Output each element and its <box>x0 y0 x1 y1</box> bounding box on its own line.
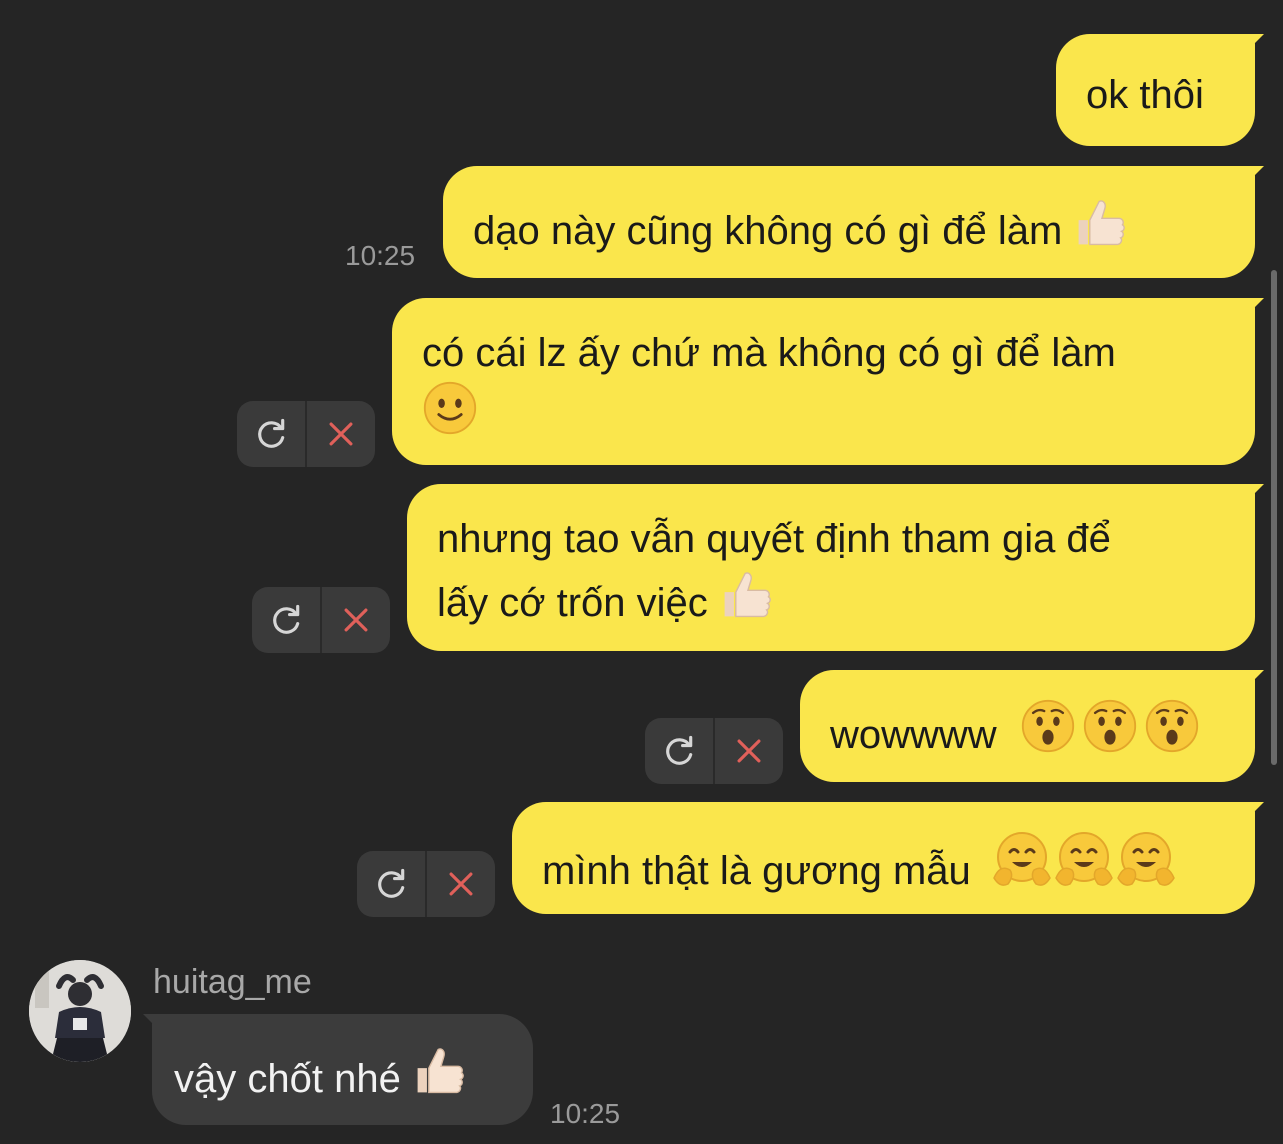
message-timestamp: 10:25 <box>345 240 416 271</box>
message-text: dạo này cũng không có gì để làm <box>473 209 1063 253</box>
close-icon <box>338 602 374 638</box>
message-text: wowwww <box>830 713 997 757</box>
message-bubble-outgoing[interactable]: nhưng tao vẫn quyết định tham gia để lấy… <box>407 484 1255 651</box>
thumbs-up-icon <box>1073 194 1129 250</box>
hushed-face-icon <box>1144 698 1200 754</box>
message-bubble-outgoing[interactable]: mình thật là gương mẫu <box>512 802 1255 914</box>
resend-button[interactable] <box>645 718 715 784</box>
hugging-face-icon <box>1054 830 1114 890</box>
close-icon <box>443 866 479 902</box>
thumbs-up-icon <box>412 1042 468 1098</box>
retry-icon <box>253 416 289 452</box>
message-bubble-outgoing[interactable]: có cái lz ấy chứ mà không có gì để làm <box>392 298 1255 465</box>
retry-icon <box>373 866 409 902</box>
delete-button[interactable] <box>427 851 495 917</box>
failed-message-actions <box>645 718 783 784</box>
failed-message-actions <box>252 587 390 653</box>
resend-button[interactable] <box>357 851 427 917</box>
message-text: có cái lz ấy chứ mà không có gì để làm <box>422 331 1116 375</box>
delete-button[interactable] <box>322 587 390 653</box>
smiling-face-icon <box>422 380 478 436</box>
close-icon <box>323 416 359 452</box>
scrollbar[interactable] <box>1271 270 1277 765</box>
message-bubble-incoming[interactable]: vậy chốt nhé <box>152 1014 533 1125</box>
hugging-face-icon <box>1116 830 1176 890</box>
delete-button[interactable] <box>715 718 783 784</box>
message-text-line-2: lấy cớ trốn việc <box>437 581 708 625</box>
sender-name: huitag_me <box>153 963 312 1001</box>
message-text-line-1: nhưng tao vẫn quyết định tham gia để <box>437 517 1111 561</box>
hushed-face-icon <box>1020 698 1076 754</box>
message-timestamp: 10:25 <box>550 1098 621 1129</box>
failed-message-actions <box>237 401 375 467</box>
hushed-face-icon <box>1082 698 1138 754</box>
message-bubble-outgoing[interactable]: wowwww <box>800 670 1255 782</box>
delete-button[interactable] <box>307 401 375 467</box>
message-bubble-outgoing[interactable]: dạo này cũng không có gì để làm <box>443 166 1255 278</box>
failed-message-actions <box>357 851 495 917</box>
chat-area: ok thôi 10:25 dạo này cũng không có gì đ… <box>0 0 1283 1144</box>
profile-photo <box>29 960 131 1062</box>
message-text: mình thật là gương mẫu <box>542 849 971 893</box>
resend-button[interactable] <box>237 401 307 467</box>
retry-icon <box>661 733 697 769</box>
hugging-face-icon <box>992 830 1052 890</box>
retry-icon <box>268 602 304 638</box>
message-text: vậy chốt nhé <box>174 1057 401 1101</box>
thumbs-up-icon <box>719 566 775 622</box>
resend-button[interactable] <box>252 587 322 653</box>
message-text: ok thôi <box>1086 73 1204 117</box>
message-bubble-outgoing[interactable]: ok thôi <box>1056 34 1255 146</box>
close-icon <box>731 733 767 769</box>
avatar[interactable] <box>29 960 131 1062</box>
